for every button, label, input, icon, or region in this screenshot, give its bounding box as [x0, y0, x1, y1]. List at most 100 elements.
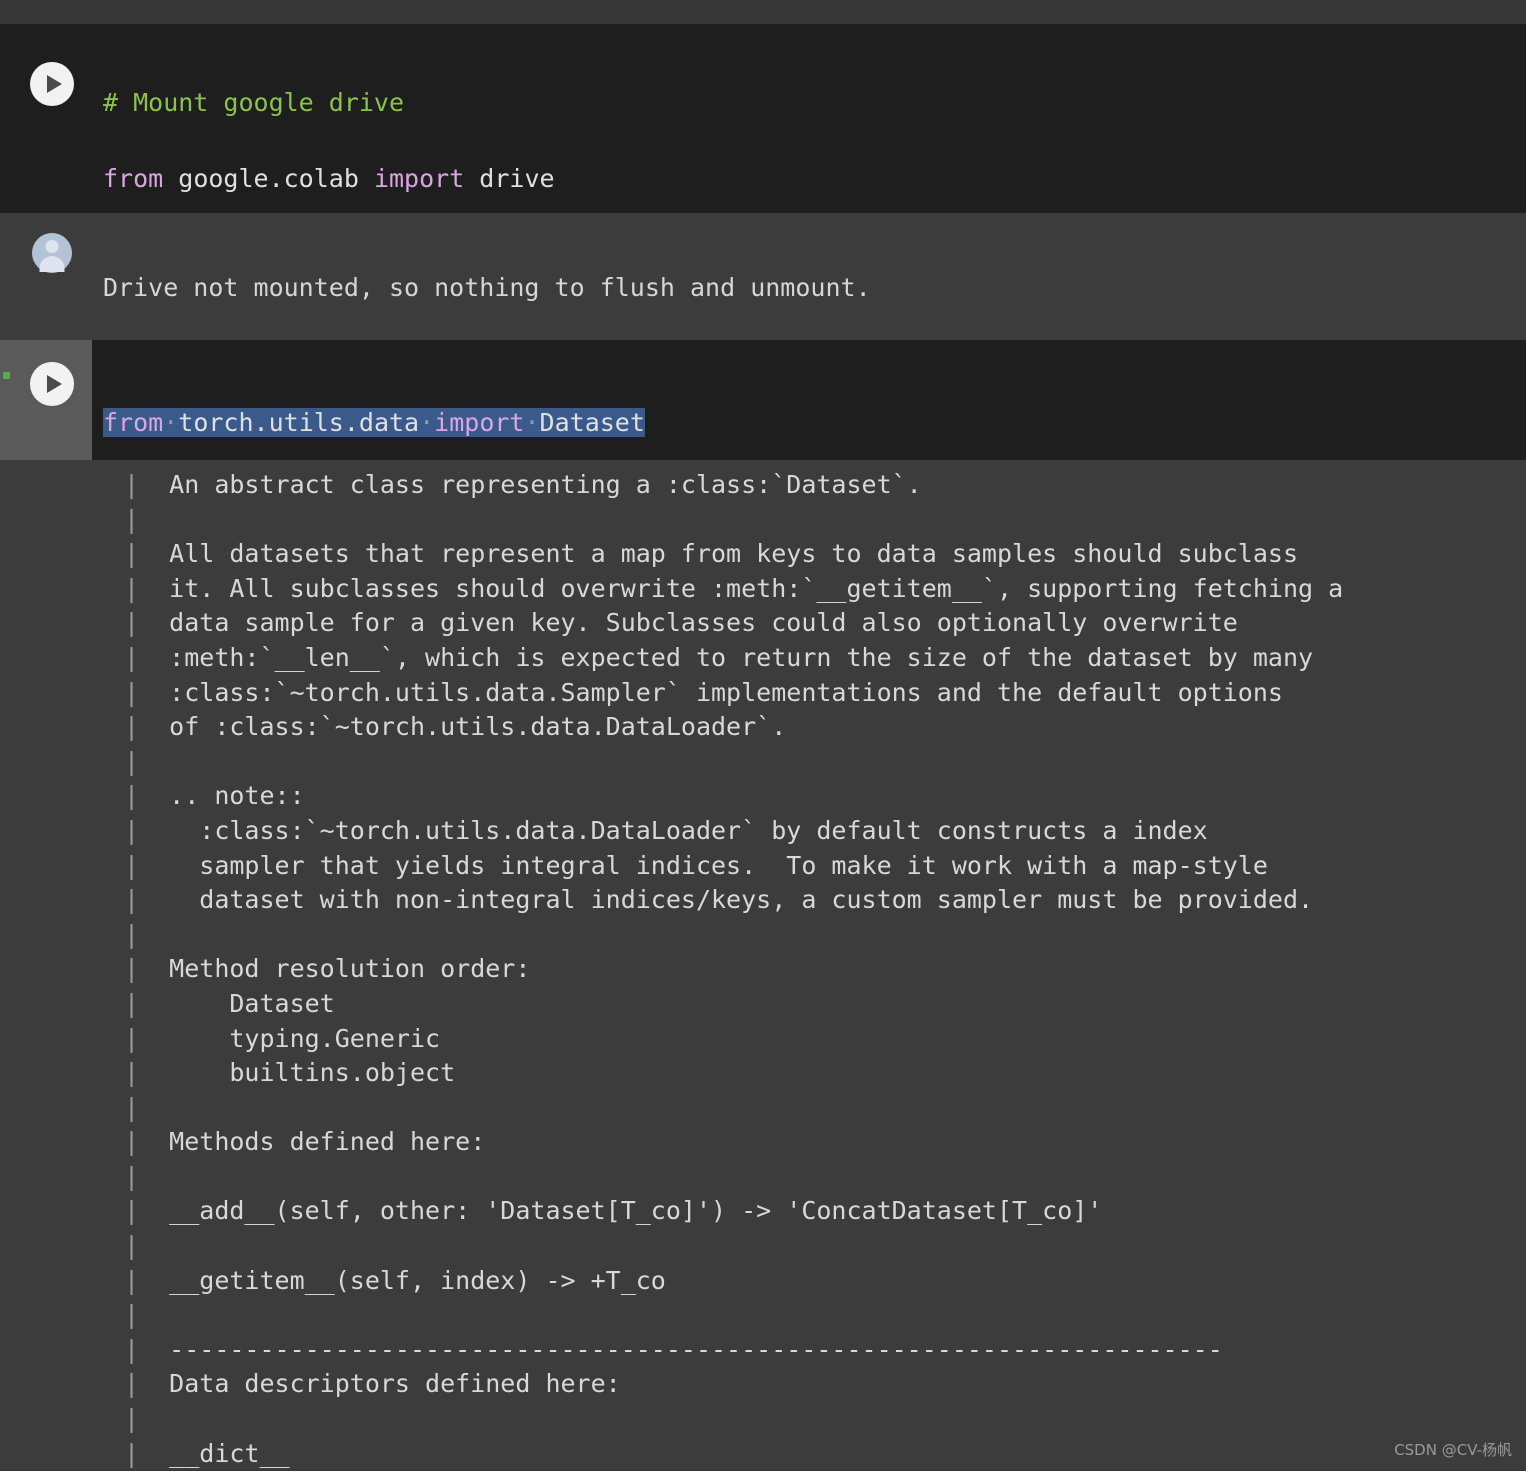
help-gutter-bar: | [124, 505, 139, 534]
help-line-text: dataset with non-integral indices/keys, … [139, 885, 1313, 914]
help-gutter-bar: | [124, 712, 139, 741]
help-line-text: :meth:`__len__`, which is expected to re… [139, 643, 1313, 672]
help-output-line: | All datasets that represent a map from… [124, 537, 1343, 572]
help-gutter-bar: | [124, 1369, 139, 1398]
help-gutter-bar: | [124, 954, 139, 983]
help-gutter-bar: | [124, 539, 139, 568]
help-gutter-bar: | [124, 574, 139, 603]
help-output-line: | Data descriptors defined here: [124, 1367, 1343, 1402]
imported-name: drive [464, 164, 554, 193]
help-line-text: builtins.object [139, 1058, 455, 1087]
help-gutter-bar: | [124, 1266, 139, 1295]
run-cell-button-2[interactable] [30, 362, 74, 406]
help-output-line: | Methods defined here: [124, 1125, 1343, 1160]
help-output-line: | __add__(self, other: 'Dataset[T_co]') … [124, 1194, 1343, 1229]
help-gutter-bar: | [124, 1439, 139, 1468]
help-output-line: | An abstract class representing a :clas… [124, 468, 1343, 503]
help-line-text [139, 1162, 169, 1191]
help-output-line: | builtins.object [124, 1056, 1343, 1091]
help-gutter-bar: | [124, 1093, 139, 1122]
help-line-text: data sample for a given key. Subclasses … [139, 608, 1238, 637]
module-path: torch.utils.data [178, 408, 419, 437]
help-gutter-bar: | [124, 1335, 139, 1364]
help-gutter-bar: | [124, 851, 139, 880]
code-cell-1[interactable]: # Mount google drive from google.colab i… [0, 24, 1526, 213]
code-cell-2-gutter[interactable] [0, 340, 92, 460]
help-line-text: __dict__ [139, 1439, 290, 1468]
help-output-line: | of :class:`~torch.utils.data.DataLoade… [124, 710, 1343, 745]
help-gutter-bar: | [124, 678, 139, 707]
help-output-line: | [124, 918, 1343, 953]
help-line-text: __add__(self, other: 'Dataset[T_co]') ->… [139, 1196, 1102, 1225]
keyword-import: import [374, 164, 464, 193]
help-output-line: | data sample for a given key. Subclasse… [124, 606, 1343, 641]
help-line-text: ----------------------------------------… [139, 1335, 1223, 1364]
selected-line-1[interactable]: from·torch.utils.data·import·Dataset [103, 408, 645, 437]
help-gutter-bar: | [124, 1127, 139, 1156]
help-output-line: | typing.Generic [124, 1022, 1343, 1057]
avatar-body-icon [40, 256, 65, 272]
help-gutter-bar: | [124, 885, 139, 914]
help-output-text: | An abstract class representing a :clas… [124, 468, 1343, 1471]
help-line-text [139, 505, 169, 534]
avatar [32, 233, 72, 273]
code-cell-2[interactable]: from·torch.utils.data·import·Dataset hel… [0, 340, 1526, 460]
help-output-line: | :class:`~torch.utils.data.DataLoader` … [124, 814, 1343, 849]
help-output-line: | it. All subclasses should overwrite :m… [124, 572, 1343, 607]
help-line-text: __getitem__(self, index) -> +T_co [139, 1266, 666, 1295]
help-output-line: | dataset with non-integral indices/keys… [124, 883, 1343, 918]
help-gutter-bar: | [124, 1404, 139, 1433]
help-output-line: | [124, 1091, 1343, 1126]
colab-notebook: # Mount google drive from google.colab i… [0, 0, 1526, 1470]
help-gutter-bar: | [124, 747, 139, 776]
help-output-line: | [124, 1402, 1343, 1437]
help-line-text [139, 1231, 169, 1260]
help-output-line: | __dict__ [124, 1437, 1343, 1471]
help-line-text: .. note:: [139, 781, 305, 810]
help-line-text: sampler that yields integral indices. To… [139, 851, 1268, 880]
help-line-text: Method resolution order: [139, 954, 530, 983]
help-line-text [139, 1404, 169, 1433]
code-comment-line: # Mount google drive [103, 88, 404, 117]
help-gutter-bar: | [124, 1058, 139, 1087]
help-gutter-bar: | [124, 608, 139, 637]
help-line-text: An abstract class representing a :class:… [139, 470, 922, 499]
space-dot-icon: · [419, 408, 434, 437]
help-line-text: All datasets that represent a map from k… [139, 539, 1298, 568]
output-line-1: Drive not mounted, so nothing to flush a… [103, 273, 871, 302]
help-output-line: | [124, 1160, 1343, 1195]
help-line-text: Methods defined here: [139, 1127, 485, 1156]
space-dot-icon: · [163, 408, 178, 437]
help-line-text: of :class:`~torch.utils.data.DataLoader`… [139, 712, 786, 741]
play-icon [47, 75, 62, 93]
keyword-from: from [103, 408, 163, 437]
watermark: CSDN @CV-杨帆 [1394, 1439, 1512, 1460]
help-output-line: | :meth:`__len__`, which is expected to … [124, 641, 1343, 676]
help-gutter-bar: | [124, 1231, 139, 1260]
help-output-line: | sampler that yields integral indices. … [124, 849, 1343, 884]
output-cell-2-help: | An abstract class representing a :clas… [0, 460, 1526, 1470]
help-line-text: Data descriptors defined here: [139, 1369, 621, 1398]
help-output-line: | Method resolution order: [124, 952, 1343, 987]
help-line-text: :class:`~torch.utils.data.DataLoader` by… [139, 816, 1208, 845]
help-output-line: | [124, 503, 1343, 538]
keyword-from: from [103, 164, 163, 193]
run-cell-button-1[interactable] [30, 62, 74, 106]
help-output-line: | :class:`~torch.utils.data.Sampler` imp… [124, 676, 1343, 711]
avatar-head-icon [46, 240, 59, 253]
help-gutter-bar: | [124, 1300, 139, 1329]
help-output-line: | Dataset [124, 987, 1343, 1022]
output-cell-1: Drive not mounted, so nothing to flush a… [0, 213, 1526, 340]
help-gutter-bar: | [124, 470, 139, 499]
help-output-line: | [124, 745, 1343, 780]
help-line-text [139, 1093, 169, 1122]
help-gutter-bar: | [124, 1162, 139, 1191]
help-line-text: Dataset [139, 989, 335, 1018]
help-gutter-bar: | [124, 920, 139, 949]
help-line-text: typing.Generic [139, 1024, 440, 1053]
module-path: google.colab [163, 164, 374, 193]
execution-status-marker [3, 372, 10, 379]
help-gutter-bar: | [124, 1196, 139, 1225]
help-gutter-bar: | [124, 989, 139, 1018]
help-output-line: | [124, 1229, 1343, 1264]
